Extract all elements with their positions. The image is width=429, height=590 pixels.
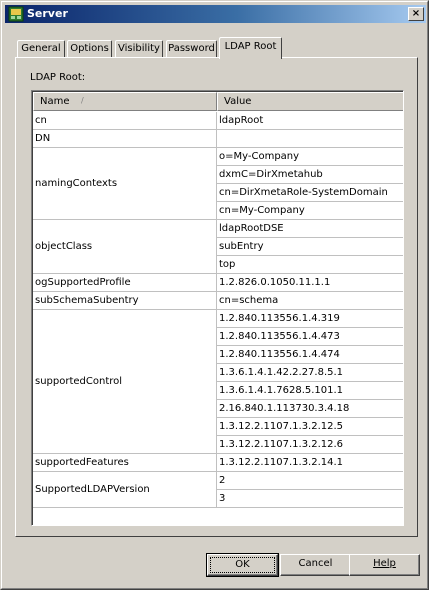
- attribute-value-cell[interactable]: [217, 130, 403, 148]
- tab-general[interactable]: General: [17, 40, 65, 58]
- table-row[interactable]: SupportedLDAPVersion 2 3: [33, 472, 403, 508]
- tab-ldap-root[interactable]: LDAP Root: [219, 37, 282, 59]
- title-bar[interactable]: Server ×: [5, 5, 426, 23]
- attribute-value-cell[interactable]: 2.16.840.1.113730.3.4.18: [217, 400, 403, 418]
- server-app-icon: [8, 6, 24, 22]
- table-row[interactable]: namingContexts o=My-Company dxmC=DirXmetah…: [33, 148, 403, 220]
- attribute-value-cell[interactable]: 1.3.12.2.1107.1.3.2.14.1: [217, 454, 403, 472]
- attribute-value-cell[interactable]: 1.2.840.113556.1.4.474: [217, 346, 403, 364]
- attribute-value-cell[interactable]: 1.3.12.2.1107.1.3.2.12.6: [217, 436, 403, 454]
- attribute-name-cell[interactable]: cn: [33, 112, 217, 130]
- table-row[interactable]: supportedFeatures 1.3.12.2.1107.1.3.2.14.…: [33, 454, 403, 472]
- attribute-value-cell[interactable]: subEntry: [217, 238, 403, 256]
- tab-options[interactable]: Options: [67, 40, 112, 58]
- ldap-root-panel: LDAP Root: Name / Value cn ldapRoot DN nami…: [15, 57, 418, 537]
- column-header-value[interactable]: Value: [217, 92, 403, 111]
- attribute-name-cell[interactable]: namingContexts: [33, 148, 217, 220]
- attribute-value-cell[interactable]: 3: [217, 490, 403, 508]
- close-button[interactable]: ×: [408, 7, 424, 21]
- attribute-value-cell[interactable]: 1.3.6.1.4.1.7628.5.101.1: [217, 382, 403, 400]
- sort-ascending-icon: /: [81, 96, 84, 105]
- attribute-value-cell[interactable]: cn=schema: [217, 292, 403, 310]
- table-row[interactable]: ogSupportedProfile 1.2.826.0.1050.11.1.1: [33, 274, 403, 292]
- grid-rows: cn ldapRoot DN namingContexts o=My-Company dx…: [33, 112, 403, 508]
- attribute-value-cell[interactable]: 1.3.6.1.4.1.42.2.27.8.5.1: [217, 364, 403, 382]
- attribute-value-cell[interactable]: 1.2.840.113556.1.4.319: [217, 310, 403, 328]
- table-row[interactable]: cn ldapRoot: [33, 112, 403, 130]
- ldap-root-label: LDAP Root:: [30, 72, 86, 83]
- attribute-name-cell[interactable]: objectClass: [33, 220, 217, 274]
- attribute-value-cell[interactable]: 1.2.840.113556.1.4.473: [217, 328, 403, 346]
- close-icon: ×: [411, 8, 421, 19]
- attribute-value-cell[interactable]: dxmC=DirXmetahub: [217, 166, 403, 184]
- column-header-name[interactable]: Name /: [33, 92, 217, 111]
- attribute-value-cell[interactable]: cn=My-Company: [217, 202, 403, 220]
- tab-visibility[interactable]: Visibility: [115, 40, 163, 58]
- attribute-name-cell[interactable]: supportedControl: [33, 310, 217, 454]
- table-row[interactable]: DN: [33, 130, 403, 148]
- table-row[interactable]: subSchemaSubentry cn=schema: [33, 292, 403, 310]
- table-row[interactable]: supportedControl 1.2.840.113556.1.4.319 1.…: [33, 310, 403, 454]
- attribute-value-cell[interactable]: ldapRootDSE: [217, 220, 403, 238]
- attribute-name-cell[interactable]: SupportedLDAPVersion: [33, 472, 217, 508]
- ldap-root-grid[interactable]: Name / Value cn ldapRoot DN namingContexts o…: [31, 90, 404, 526]
- ok-button[interactable]: OK: [206, 553, 279, 577]
- attribute-name-cell[interactable]: supportedFeatures: [33, 454, 217, 472]
- tab-password[interactable]: Password: [166, 40, 217, 58]
- server-dialog: Server × General Options Visibility Pass…: [0, 0, 429, 590]
- help-button[interactable]: Help: [349, 554, 420, 576]
- attribute-value-cell[interactable]: cn=DirXmetaRole-SystemDomain: [217, 184, 403, 202]
- attribute-value-cell[interactable]: o=My-Company: [217, 148, 403, 166]
- table-row[interactable]: objectClass ldapRootDSE subEntry top: [33, 220, 403, 274]
- attribute-value-cell[interactable]: 2: [217, 472, 403, 490]
- attribute-value-cell[interactable]: top: [217, 256, 403, 274]
- attribute-name-cell[interactable]: DN: [33, 130, 217, 148]
- cancel-button[interactable]: Cancel: [280, 554, 351, 576]
- attribute-value-cell[interactable]: ldapRoot: [217, 112, 403, 130]
- attribute-value-cell[interactable]: 1.2.826.0.1050.11.1.1: [217, 274, 403, 292]
- grid-header: Name / Value: [33, 92, 403, 111]
- attribute-name-cell[interactable]: ogSupportedProfile: [33, 274, 217, 292]
- window-title: Server: [27, 7, 68, 20]
- attribute-name-cell[interactable]: subSchemaSubentry: [33, 292, 217, 310]
- attribute-value-cell[interactable]: 1.3.12.2.1107.1.3.2.12.5: [217, 418, 403, 436]
